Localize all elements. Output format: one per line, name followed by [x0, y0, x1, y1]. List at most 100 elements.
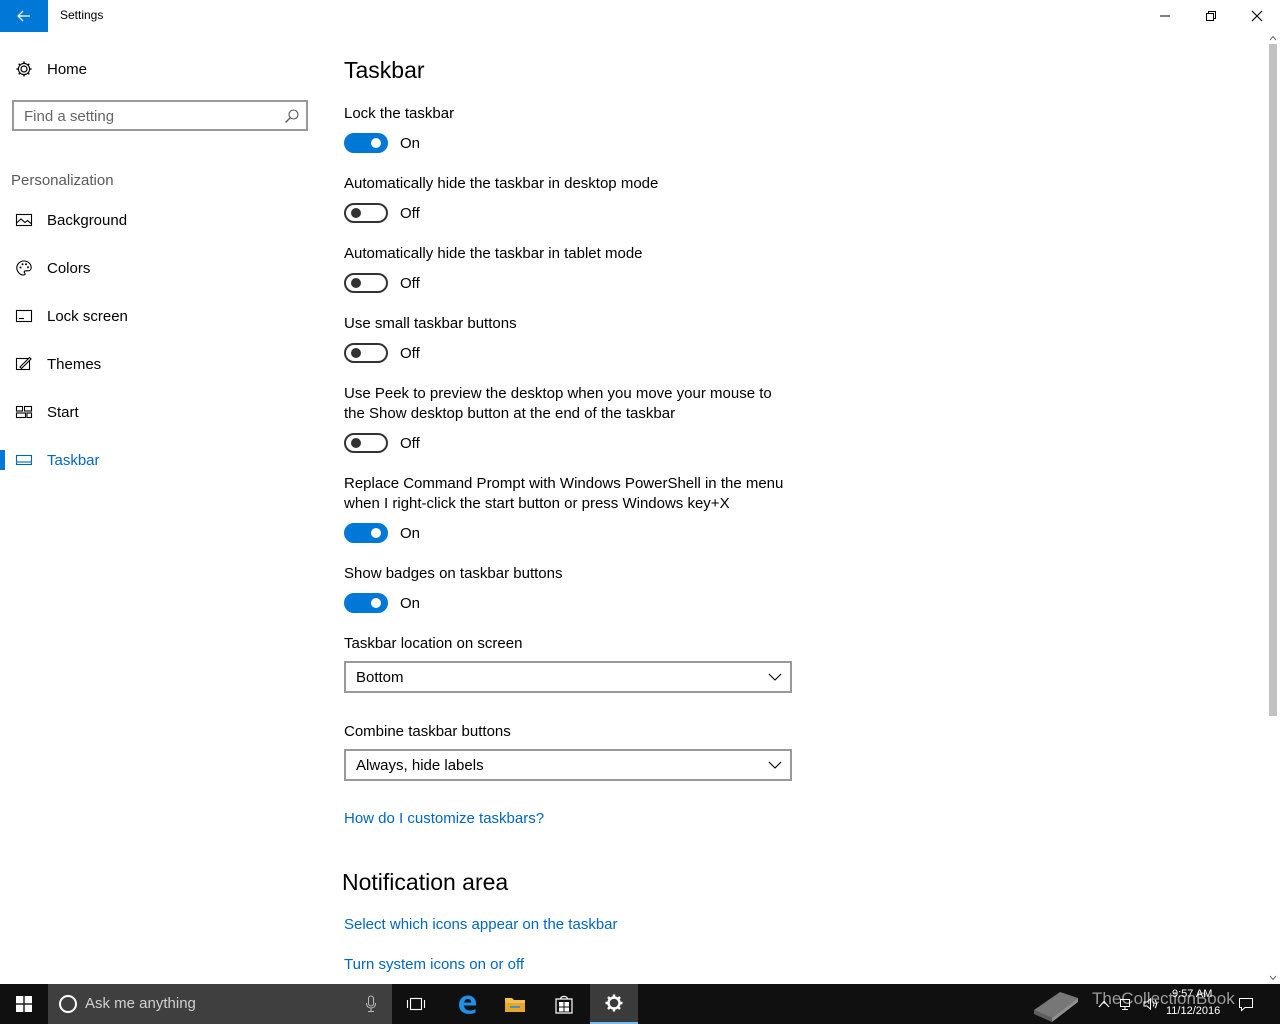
sidebar-item-label: Colors	[47, 259, 91, 277]
network-icon[interactable]	[1118, 996, 1134, 1012]
option-label: Show badges on taskbar buttons	[344, 565, 563, 582]
task-view-icon	[406, 997, 426, 1011]
file-explorer-button[interactable]	[491, 984, 539, 1024]
toggle-state-text: Off	[400, 435, 420, 452]
section-heading: Personalization	[11, 172, 114, 189]
option-label: Replace Command Prompt with Windows Powe…	[344, 475, 784, 512]
sidebar-item-lock-screen[interactable]: Lock screen	[0, 296, 320, 336]
scrollbar-thumb[interactable]	[1269, 44, 1277, 716]
sidebar-item-background[interactable]: Background	[0, 200, 320, 240]
option-label: Automatically hide the taskbar in deskto…	[344, 175, 659, 192]
cortana-placeholder: Ask me anything	[85, 995, 196, 1012]
scroll-up-arrow-icon[interactable]	[1266, 32, 1280, 44]
notification-area-heading: Notification area	[342, 869, 509, 895]
sidebar-item-label: Lock screen	[47, 307, 128, 325]
store-icon	[555, 995, 573, 1014]
book-logo-icon	[1034, 992, 1078, 1022]
clock-time[interactable]: 9:57 AM	[1172, 988, 1212, 1000]
cortana-circle-icon	[59, 995, 77, 1013]
system-icons-link[interactable]: Turn system icons on or off	[344, 956, 524, 973]
file-explorer-icon	[505, 998, 525, 1012]
close-button[interactable]	[1234, 0, 1280, 32]
active-indicator	[0, 450, 5, 470]
start-button[interactable]	[0, 984, 48, 1024]
sidebar: Home Personalization Background Color	[0, 32, 320, 984]
sidebar-item-taskbar[interactable]: Taskbar	[0, 440, 320, 480]
auto-hide-desktop-toggle[interactable]	[344, 203, 388, 223]
taskbar-icon	[15, 451, 33, 469]
edge-button[interactable]	[443, 984, 491, 1024]
toggle-state-text: Off	[400, 205, 420, 222]
home-label: Home	[47, 60, 88, 78]
task-view-button[interactable]	[392, 984, 440, 1024]
toggle-state-text: On	[400, 135, 421, 152]
settings-app-button[interactable]	[590, 984, 638, 1024]
close-icon	[1251, 10, 1263, 22]
palette-icon	[15, 259, 33, 277]
sidebar-item-colors[interactable]: Colors	[0, 248, 320, 288]
dropdown-value: Bottom	[356, 669, 404, 686]
gear-icon	[15, 60, 33, 78]
windows-logo-icon	[16, 996, 32, 1012]
brush-icon	[15, 355, 33, 373]
scroll-down-arrow-icon[interactable]	[1266, 972, 1280, 984]
store-button[interactable]	[540, 984, 588, 1024]
settings-search-box[interactable]	[12, 100, 308, 131]
dropdown-label: Taskbar location on screen	[344, 635, 523, 652]
sidebar-item-start[interactable]: Start	[0, 392, 320, 432]
settings-gear-icon	[605, 994, 623, 1012]
page-title: Taskbar	[344, 57, 425, 83]
chevron-down-icon	[768, 673, 782, 681]
back-arrow-icon	[17, 10, 30, 22]
dropdown-value: Always, hide labels	[356, 757, 484, 774]
customize-taskbars-link[interactable]: How do I customize taskbars?	[344, 810, 544, 827]
microphone-icon[interactable]	[365, 995, 377, 1013]
option-label: Use small taskbar buttons	[344, 315, 517, 332]
toggle-knob	[351, 208, 361, 218]
main-content: Taskbar Lock the taskbar On Automaticall…	[342, 32, 1244, 984]
toggle-state-text: Off	[400, 275, 420, 292]
clock-date[interactable]: 11/12/2016	[1166, 1005, 1220, 1017]
peek-toggle[interactable]	[344, 433, 388, 453]
toggle-knob	[371, 138, 381, 148]
chevron-down-icon	[768, 761, 782, 769]
toggle-knob	[351, 278, 361, 288]
option-label: Use Peek to preview the desktop when you…	[344, 385, 772, 422]
window-title: Settings	[60, 8, 104, 22]
powershell-toggle[interactable]	[344, 523, 388, 543]
dropdown-label: Combine taskbar buttons	[344, 723, 511, 740]
volume-icon[interactable]	[1142, 996, 1158, 1012]
picture-icon	[15, 211, 33, 229]
taskbar-location-dropdown[interactable]: Bottom	[344, 661, 792, 693]
auto-hide-tablet-toggle[interactable]	[344, 273, 388, 293]
cortana-search-box[interactable]: Ask me anything	[48, 984, 392, 1024]
vertical-scrollbar[interactable]	[1266, 32, 1280, 984]
chevron-up-icon[interactable]	[1096, 996, 1112, 1012]
sidebar-item-label: Start	[47, 403, 79, 421]
sidebar-item-themes[interactable]: Themes	[0, 344, 320, 384]
minimize-icon	[1160, 15, 1170, 17]
restore-icon	[1206, 11, 1216, 21]
badges-toggle[interactable]	[344, 593, 388, 613]
option-label: Automatically hide the taskbar in tablet…	[344, 245, 643, 262]
option-label: Lock the taskbar	[344, 105, 455, 122]
lock-screen-icon	[15, 307, 33, 325]
start-tiles-icon	[15, 403, 33, 421]
restore-button[interactable]	[1188, 0, 1234, 32]
action-center-icon[interactable]	[1238, 996, 1254, 1012]
lock-taskbar-toggle[interactable]	[344, 133, 388, 153]
windows-taskbar: Ask me anything TheCollectionBook 9:57 A…	[0, 984, 1280, 1024]
minimize-button[interactable]	[1142, 0, 1188, 32]
toggle-knob	[351, 348, 361, 358]
sidebar-item-label: Themes	[47, 355, 102, 373]
combine-buttons-dropdown[interactable]: Always, hide labels	[344, 749, 792, 781]
sidebar-item-label: Background	[47, 211, 128, 229]
home-nav-item[interactable]: Home	[0, 52, 320, 86]
back-button[interactable]	[0, 0, 48, 32]
search-icon[interactable]	[284, 108, 300, 124]
toggle-state-text: On	[400, 525, 421, 542]
toggle-knob	[351, 438, 361, 448]
small-buttons-toggle[interactable]	[344, 343, 388, 363]
settings-search-input[interactable]	[24, 106, 274, 126]
select-icons-link[interactable]: Select which icons appear on the taskbar	[344, 916, 618, 933]
